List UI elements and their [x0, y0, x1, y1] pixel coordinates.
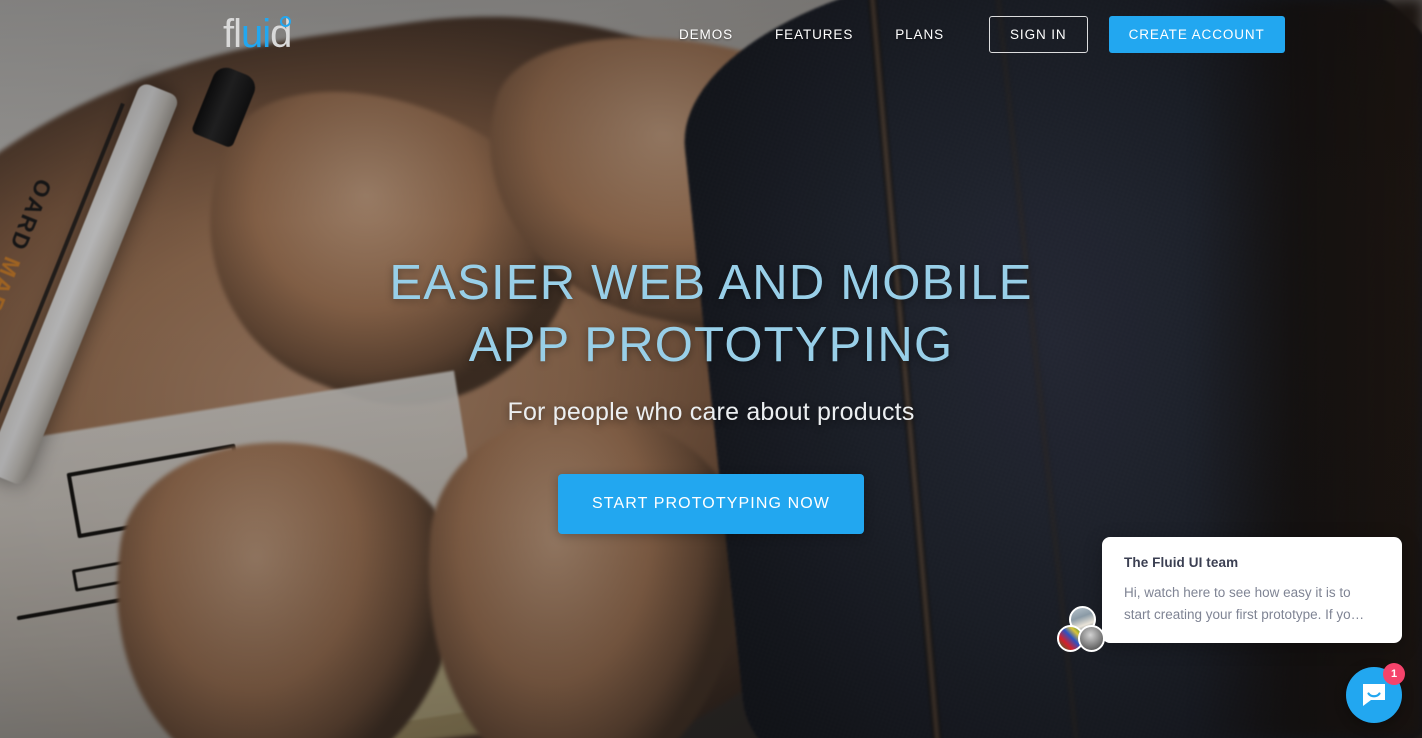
main-navigation: DEMOS FEATURES PLANS SIGN IN CREATE ACCO…: [679, 0, 1285, 68]
logo-dot-icon: [280, 16, 291, 27]
nav-item-demos[interactable]: DEMOS: [679, 27, 754, 42]
chat-avatar-group: [1057, 606, 1105, 654]
avatar: [1078, 625, 1105, 652]
nav-item-features[interactable]: FEATURES: [754, 27, 874, 42]
chat-sender-name: The Fluid UI team: [1124, 555, 1239, 570]
sign-in-button[interactable]: SIGN IN: [989, 15, 1088, 53]
start-prototyping-button[interactable]: START PROTOTYPING NOW: [558, 474, 864, 534]
chat-unread-badge: 1: [1383, 663, 1405, 685]
chat-message-card[interactable]: The Fluid UI team Hi, watch here to see …: [1102, 537, 1402, 643]
create-account-button[interactable]: CREATE ACCOUNT: [1108, 15, 1285, 53]
logo-text-fl: fl: [223, 12, 242, 56]
nav-item-plans[interactable]: PLANS: [874, 27, 965, 42]
chat-message-text: Hi, watch here to see how easy it is to …: [1124, 585, 1365, 622]
logo-fluid[interactable]: fluid: [223, 12, 292, 56]
logo-text-ui: ui: [241, 12, 271, 56]
hero-section: OARD MARKER fluid DEMOS FEATURES PLANS S…: [0, 0, 1422, 738]
site-header: fluid DEMOS FEATURES PLANS SIGN IN CREAT…: [0, 0, 1422, 68]
chat-bubble-icon: [1363, 684, 1385, 706]
